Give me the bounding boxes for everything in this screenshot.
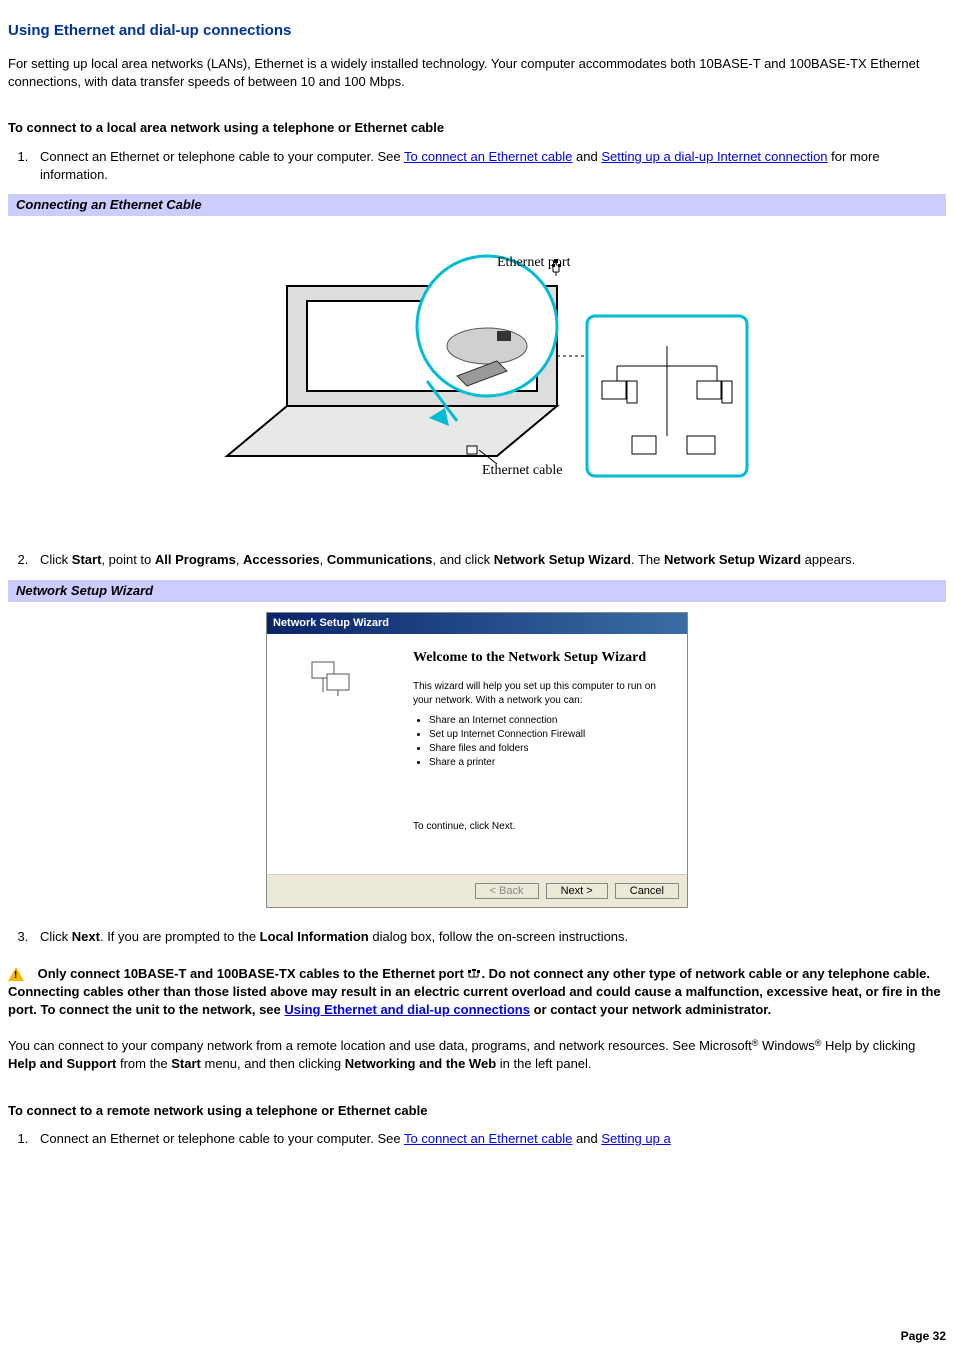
- warning-paragraph: Only connect 10BASE-T and 100BASE-TX cab…: [8, 965, 946, 1020]
- link-dialup-setup[interactable]: Setting up a dial-up Internet connection: [601, 149, 827, 164]
- wizard-next-button[interactable]: Next >: [546, 883, 608, 899]
- link-using-ethernet[interactable]: Using Ethernet and dial-up connections: [284, 1002, 530, 1017]
- ethernet-port-icon: [467, 968, 481, 980]
- kw-network-setup-wizard-2: Network Setup Wizard: [664, 552, 801, 567]
- step-3: Click Next. If you are prompted to the L…: [32, 928, 946, 946]
- kw-start: Start: [171, 1056, 201, 1071]
- t: from the: [116, 1056, 171, 1071]
- t: , and click: [432, 552, 493, 567]
- label-ethernet-port: Ethernet port: [497, 255, 571, 270]
- t: ,: [236, 552, 243, 567]
- kw-network-setup-wizard: Network Setup Wizard: [494, 552, 631, 567]
- step1-text: Connect an Ethernet or telephone cable t…: [40, 149, 404, 164]
- step-2: Click Start, point to All Programs, Acce…: [32, 551, 946, 569]
- wizard-side-graphic: [267, 634, 397, 874]
- wizard-back-button: < Back: [475, 883, 539, 899]
- wizard-cancel-button[interactable]: Cancel: [615, 883, 679, 899]
- t: Only connect 10BASE-T and 100BASE-TX cab…: [38, 966, 468, 981]
- wizard-bullet: Set up Internet Connection Firewall: [429, 728, 671, 742]
- t: in the left panel.: [496, 1056, 591, 1071]
- kw-start: Start: [72, 552, 102, 567]
- t: , point to: [101, 552, 154, 567]
- wizard-desc: This wizard will help you set up this co…: [413, 680, 671, 708]
- label-ethernet-cable: Ethernet cable: [482, 463, 562, 478]
- kw-local-information: Local Information: [260, 929, 369, 944]
- t: Connect an Ethernet or telephone cable t…: [40, 1131, 404, 1146]
- t: appears.: [801, 552, 855, 567]
- intro-paragraph: For setting up local area networks (LANs…: [8, 55, 946, 91]
- wizard-titlebar: Network Setup Wizard: [267, 613, 687, 634]
- page-title: Using Ethernet and dial-up connections: [8, 20, 946, 41]
- figure2-caption: Network Setup Wizard: [8, 580, 946, 602]
- section1-heading: To connect to a local area network using…: [8, 119, 946, 137]
- wizard-heading: Welcome to the Network Setup Wizard: [413, 648, 671, 668]
- section2-heading: To connect to a remote network using a t…: [8, 1102, 946, 1120]
- t: ,: [320, 552, 327, 567]
- t: and: [572, 1131, 601, 1146]
- figure1-caption: Connecting an Ethernet Cable: [8, 194, 946, 216]
- remote-step-1: Connect an Ethernet or telephone cable t…: [32, 1130, 946, 1148]
- kw-networking-and-the-web: Networking and the Web: [345, 1056, 496, 1071]
- link-connect-ethernet-2[interactable]: To connect an Ethernet cable: [404, 1131, 572, 1146]
- t: Windows: [758, 1038, 814, 1053]
- t: Help by clicking: [821, 1038, 915, 1053]
- wizard-bullet: Share files and folders: [429, 742, 671, 756]
- kw-next: Next: [72, 929, 100, 944]
- remote-paragraph: You can connect to your company network …: [8, 1037, 946, 1073]
- kw-communications: Communications: [327, 552, 432, 567]
- kw-help-and-support: Help and Support: [8, 1056, 116, 1071]
- wizard-bullets: Share an Internet connection Set up Inte…: [413, 714, 671, 770]
- kw-all-programs: All Programs: [155, 552, 236, 567]
- wizard-bullet: Share an Internet connection: [429, 714, 671, 728]
- figure-ethernet-cable: Ethernet port Ethernet cable: [8, 226, 946, 531]
- step-1: Connect an Ethernet or telephone cable t…: [32, 148, 946, 184]
- link-setting-up-a[interactable]: Setting up a: [601, 1131, 670, 1146]
- wizard-bullet: Share a printer: [429, 756, 671, 770]
- kw-accessories: Accessories: [243, 552, 320, 567]
- t: dialog box, follow the on-screen instruc…: [369, 929, 628, 944]
- t: Click: [40, 552, 72, 567]
- t: menu, and then clicking: [201, 1056, 345, 1071]
- t: . If you are prompted to the: [100, 929, 260, 944]
- warning-icon: [8, 967, 24, 981]
- link-connect-ethernet[interactable]: To connect an Ethernet cable: [404, 149, 572, 164]
- wizard-continue: To continue, click Next.: [413, 820, 671, 834]
- t: You can connect to your company network …: [8, 1038, 752, 1053]
- wizard-window: Network Setup Wizard Welcome to the Netw…: [266, 612, 688, 909]
- step1-mid: and: [572, 149, 601, 164]
- page-number: Page 32: [901, 1328, 946, 1345]
- t: . The: [631, 552, 664, 567]
- t: or contact your network administrator.: [530, 1002, 771, 1017]
- t: Click: [40, 929, 72, 944]
